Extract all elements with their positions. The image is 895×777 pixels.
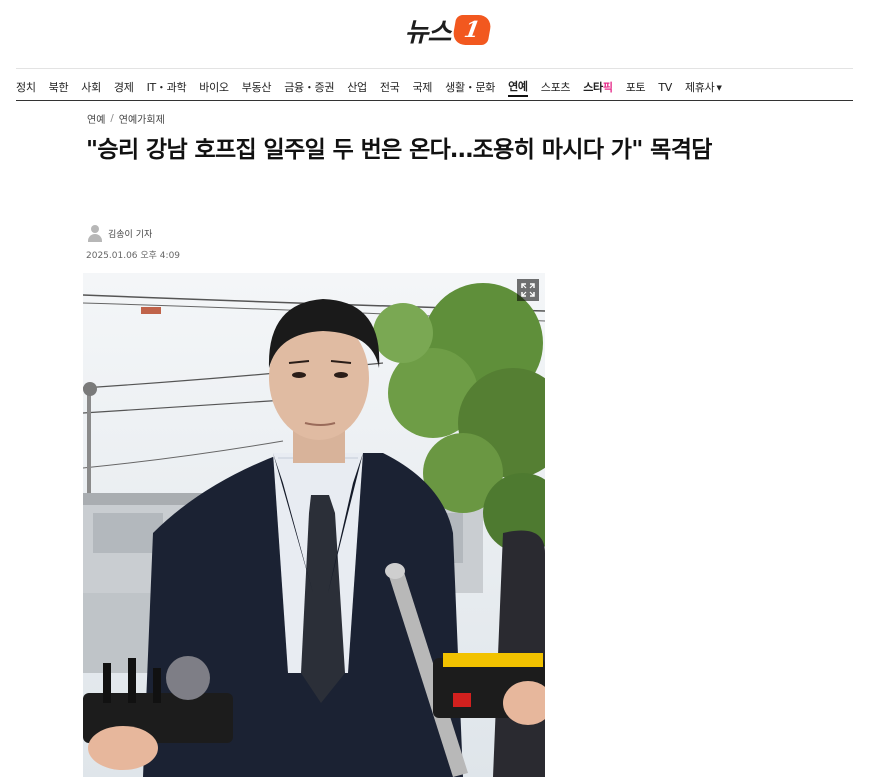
- chevron-down-icon: ▼: [716, 84, 722, 92]
- breadcrumb: 연예 / 연예가회제: [87, 111, 165, 126]
- publish-date: 2025.01.06 오후 4:09: [86, 251, 181, 261]
- nav-item-star-pick[interactable]: 스타픽: [583, 79, 613, 95]
- site-logo[interactable]: 뉴스 1: [0, 12, 895, 48]
- nav-item-north-korea[interactable]: 북한: [49, 79, 69, 95]
- star-pick-black: 스타: [583, 81, 603, 94]
- nav-item-life-culture[interactable]: 생활・문화: [445, 79, 495, 95]
- breadcrumb-subsection[interactable]: 연예가회제: [119, 111, 165, 126]
- star-pick-pink: 픽: [602, 81, 613, 94]
- avatar-icon: [86, 224, 104, 242]
- nav-item-tv[interactable]: TV: [658, 81, 672, 94]
- nav-item-industry[interactable]: 산업: [347, 79, 367, 95]
- logo-badge: 1: [451, 15, 494, 45]
- breadcrumb-separator: /: [110, 113, 114, 124]
- nav-item-society[interactable]: 사회: [81, 79, 101, 95]
- nav-item-international[interactable]: 국제: [412, 79, 432, 95]
- nav-item-sports[interactable]: 스포츠: [541, 79, 571, 95]
- nav-top-divider: [16, 68, 853, 69]
- expand-icon[interactable]: [517, 279, 539, 301]
- nav-item-real-estate[interactable]: 부동산: [242, 79, 272, 95]
- main-nav: 정치 북한 사회 경제 IT・과학 바이오 부동산 금융・증권 산업 전국 국제…: [16, 76, 735, 98]
- article-headline: "승리 강남 호프집 일주일 두 번은 온다…조용히 마시다 가" 목격담: [86, 137, 712, 163]
- nav-item-politics[interactable]: 정치: [16, 79, 36, 95]
- nav-item-entertainment[interactable]: 연예: [508, 78, 528, 97]
- nav-item-it-science[interactable]: IT・과학: [147, 79, 187, 95]
- nav-item-economy[interactable]: 경제: [114, 79, 134, 95]
- breadcrumb-section[interactable]: 연예: [87, 111, 105, 126]
- logo-text: 뉴스: [404, 17, 452, 48]
- partners-label: 제휴사: [684, 81, 715, 94]
- photo-illustration: [83, 273, 545, 777]
- nav-item-partners[interactable]: 제휴사 ▼: [685, 79, 722, 95]
- author-byline[interactable]: 김송이 기자: [86, 224, 152, 242]
- nav-bottom-divider: [16, 100, 853, 101]
- nav-item-bio[interactable]: 바이오: [199, 79, 229, 95]
- article-photo[interactable]: [83, 273, 545, 777]
- nav-item-photo[interactable]: 포토: [626, 79, 646, 95]
- nav-item-national[interactable]: 전국: [380, 79, 400, 95]
- nav-item-finance[interactable]: 금융・증권: [284, 79, 334, 95]
- author-name[interactable]: 김송이 기자: [108, 227, 152, 240]
